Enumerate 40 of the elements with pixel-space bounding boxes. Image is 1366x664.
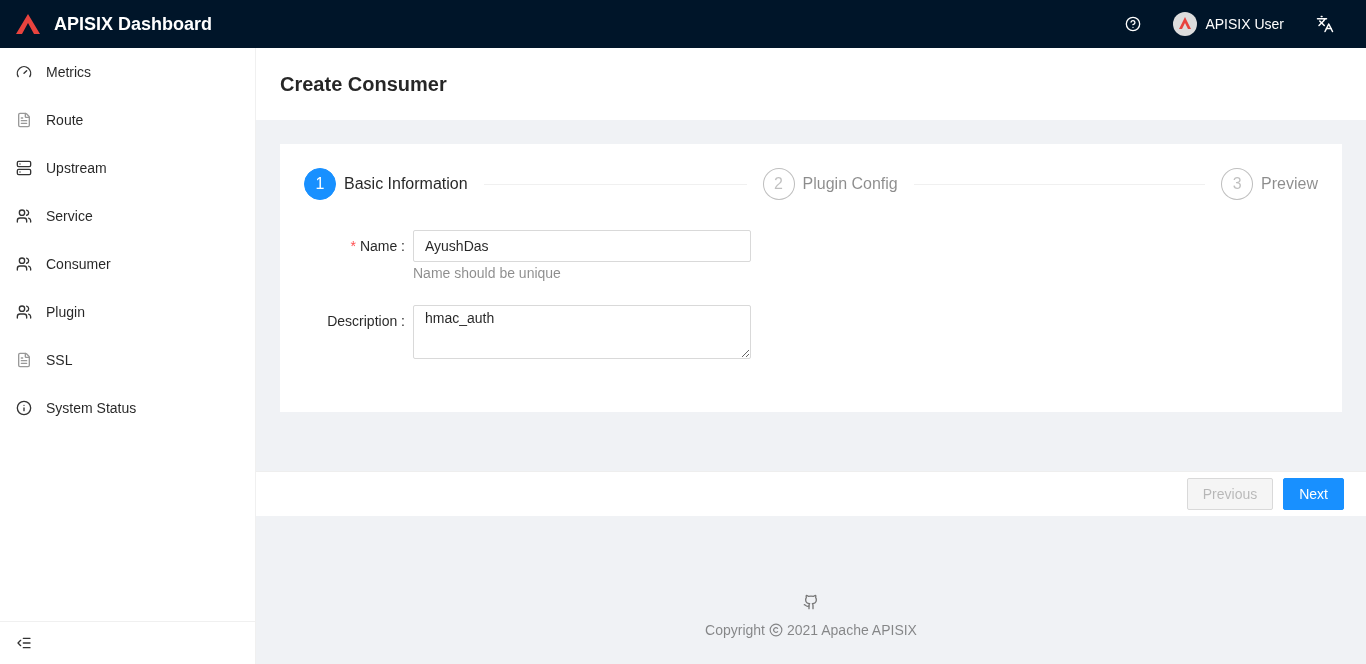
sidebar-item[interactable]: Upstream bbox=[0, 144, 255, 192]
logo-icon bbox=[16, 14, 40, 34]
sidebar-item[interactable]: System Status bbox=[0, 384, 255, 432]
sidebar-item[interactable]: Route bbox=[0, 96, 255, 144]
sidebar-item[interactable]: Consumer bbox=[0, 240, 255, 288]
users-icon bbox=[16, 304, 32, 320]
page-title: Create Consumer bbox=[280, 72, 447, 96]
description-field[interactable]: hmac_auth bbox=[413, 305, 751, 359]
sidebar-item[interactable]: SSL bbox=[0, 336, 255, 384]
help-text: Name should be unique bbox=[413, 265, 562, 281]
copyright-text: 2021 Apache APISIX bbox=[786, 622, 917, 638]
app-title: APISIX Dashboard bbox=[54, 13, 213, 35]
server-icon bbox=[16, 160, 32, 176]
users-icon bbox=[16, 256, 32, 272]
step-label: Plugin Config bbox=[802, 175, 898, 193]
gauge-icon bbox=[16, 64, 32, 80]
certificate-icon bbox=[16, 352, 32, 368]
step-number: 1 bbox=[304, 168, 336, 200]
avatar-icon bbox=[1173, 12, 1198, 36]
translate-icon[interactable] bbox=[1316, 15, 1334, 33]
users-icon bbox=[16, 208, 32, 224]
step-number: 2 bbox=[762, 168, 795, 200]
sidebar-item[interactable]: Plugin bbox=[0, 288, 255, 336]
field-label: Description : bbox=[327, 313, 405, 329]
copyright-icon bbox=[768, 623, 783, 637]
github-icon[interactable] bbox=[803, 594, 819, 610]
required-mark: * bbox=[350, 238, 356, 254]
copyright-text: Copyright bbox=[705, 622, 765, 638]
help-icon[interactable] bbox=[1125, 16, 1142, 32]
sidebar-item[interactable]: Service bbox=[0, 192, 255, 240]
step-label: Preview bbox=[1261, 175, 1318, 193]
step-label: Basic Information bbox=[344, 175, 468, 193]
field-label: Name : bbox=[359, 238, 405, 254]
name-field[interactable]: AyushDas bbox=[413, 230, 751, 262]
info-icon bbox=[16, 400, 32, 416]
document-icon bbox=[16, 112, 32, 128]
user-menu[interactable]: APISIX User bbox=[1157, 12, 1300, 36]
collapse-menu-icon[interactable] bbox=[16, 635, 32, 651]
sidebar-item[interactable]: Metrics bbox=[0, 48, 255, 96]
step-number: 3 bbox=[1221, 168, 1254, 200]
